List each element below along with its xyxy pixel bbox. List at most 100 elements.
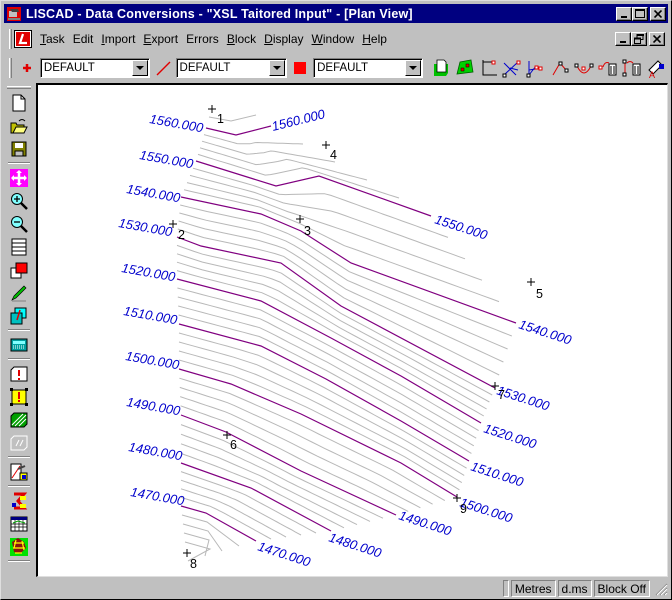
left-toolbar-grip[interactable] <box>7 86 31 89</box>
menu-export[interactable]: Export <box>139 32 182 46</box>
contour-label: 1530.000 <box>117 215 174 239</box>
edit-polygon-icon[interactable] <box>453 57 477 79</box>
zoom-out-icon[interactable] <box>7 213 31 234</box>
resize-grip-icon[interactable] <box>654 582 668 596</box>
delete-line-icon[interactable] <box>620 57 644 79</box>
text-edit-icon[interactable]: A <box>644 57 668 79</box>
minor-contour-line <box>180 479 302 536</box>
properties-icon[interactable] <box>7 461 31 482</box>
intersect-lines-icon[interactable] <box>501 57 525 79</box>
menu-help[interactable]: Help <box>358 32 391 46</box>
liscad-app-icon[interactable] <box>6 6 22 22</box>
arc-icon[interactable] <box>572 57 596 79</box>
network-icon[interactable] <box>7 536 31 557</box>
menu-bar: Task Edit Import Export Errors Block Dis… <box>4 26 668 52</box>
minor-contour-line <box>177 287 479 432</box>
bearing-intersect-icon[interactable] <box>524 57 548 79</box>
contour-label: 1470.000 <box>256 539 313 570</box>
mdi-close-button[interactable] <box>649 32 665 46</box>
toolbar-grip[interactable] <box>9 58 12 78</box>
menubar-grip[interactable] <box>9 29 12 49</box>
chevron-down-icon[interactable] <box>404 60 421 76</box>
contour-label: 1500.000 <box>124 348 181 372</box>
toolbar-separator <box>8 358 30 360</box>
close-button[interactable] <box>650 6 666 21</box>
polyline-icon[interactable] <box>548 57 572 79</box>
liscad-menu-logo-icon[interactable] <box>14 30 32 48</box>
toolbar-separator <box>8 329 30 331</box>
delete-point-icon[interactable] <box>596 57 620 79</box>
title-bar: LISCAD - Data Conversions - "XSL Taitore… <box>4 4 668 23</box>
menu-block[interactable]: Block <box>223 32 260 46</box>
calculator-icon[interactable] <box>7 334 31 355</box>
angle-format-indicator[interactable]: d.ms <box>557 580 592 597</box>
line-style-value: DEFAULT <box>179 62 231 74</box>
menu-window[interactable]: Window <box>308 32 359 46</box>
chevron-down-icon[interactable] <box>269 60 286 76</box>
survey-point[interactable]: 5 <box>527 278 543 301</box>
svg-text:8: 8 <box>190 557 197 571</box>
minor-contour-line <box>180 488 287 538</box>
symbol-icon[interactable] <box>7 490 31 511</box>
save-icon[interactable] <box>7 138 31 159</box>
svg-text:A: A <box>649 70 655 78</box>
layer-color-icon[interactable] <box>7 259 31 280</box>
block-status-indicator[interactable]: Block Off <box>593 580 650 597</box>
plan-view-canvas[interactable]: 1560.000 1560.000 1550.000 1550.000 1540… <box>36 83 668 577</box>
open-folder-icon[interactable] <box>7 115 31 136</box>
minimize-button[interactable] <box>616 6 632 21</box>
units-indicator[interactable]: Metres <box>510 580 556 597</box>
close-icon <box>654 9 662 18</box>
survey-point[interactable]: 4 <box>322 141 337 162</box>
zoom-in-icon[interactable] <box>7 190 31 211</box>
menu-display[interactable]: Display <box>260 32 307 46</box>
minor-contour-line <box>192 167 449 238</box>
area-style-select[interactable]: DEFAULT <box>313 58 423 78</box>
menu-edit[interactable]: Edit <box>69 32 98 46</box>
menu-errors[interactable]: Errors <box>182 32 223 46</box>
warning-icon[interactable] <box>7 386 31 407</box>
pan-icon[interactable] <box>7 167 31 188</box>
minor-contour-line <box>180 433 371 522</box>
toolbar-separator <box>8 456 30 458</box>
maximize-button[interactable] <box>632 6 648 21</box>
rectangle-point-icon[interactable] <box>477 57 501 79</box>
menu-import[interactable]: Import <box>97 32 139 46</box>
minor-contour-line <box>201 140 336 163</box>
new-sheet-icon[interactable] <box>429 57 453 79</box>
mdi-restore-button[interactable] <box>631 32 647 46</box>
contour-label: 1480.000 <box>327 530 384 561</box>
error-icon[interactable] <box>7 363 31 384</box>
minor-contour-line <box>176 270 485 417</box>
svg-text:3: 3 <box>304 224 311 238</box>
minor-contour-line <box>176 253 490 403</box>
area-style-value: DEFAULT <box>317 62 369 74</box>
mdi-minimize-button[interactable] <box>615 32 631 46</box>
minor-contour-line <box>186 182 483 281</box>
window-icon[interactable] <box>7 236 31 257</box>
table-icon[interactable] <box>7 513 31 534</box>
chevron-down-icon[interactable] <box>131 60 148 76</box>
line-style-select[interactable]: DEFAULT <box>175 58 288 78</box>
minor-contour-line <box>181 514 240 547</box>
menu-task[interactable]: Task <box>36 32 69 46</box>
style-toolbar: DEFAULT DEFAULT DEFAULT A <box>4 55 668 81</box>
hatch-area-icon[interactable] <box>7 409 31 430</box>
minor-contour-line <box>184 541 212 562</box>
contour-label: 1550.000 <box>433 212 490 243</box>
major-contour-line <box>176 236 496 389</box>
svg-text:4: 4 <box>330 148 337 162</box>
pencil-icon[interactable] <box>7 282 31 303</box>
contour-label: 1540.000 <box>517 317 574 348</box>
minor-contour-line <box>203 134 304 145</box>
contour-label: 1490.000 <box>397 508 454 539</box>
copy-icon[interactable] <box>7 305 31 326</box>
minor-contour-line <box>197 153 400 199</box>
status-panel-empty <box>502 580 509 597</box>
point-style-select[interactable]: DEFAULT <box>39 58 150 78</box>
survey-point[interactable]: 8 <box>183 549 197 571</box>
minimize-icon <box>620 41 626 43</box>
survey-point[interactable]: 1 <box>208 105 224 126</box>
area-fill-icon <box>287 57 313 79</box>
new-file-icon[interactable] <box>7 92 31 113</box>
